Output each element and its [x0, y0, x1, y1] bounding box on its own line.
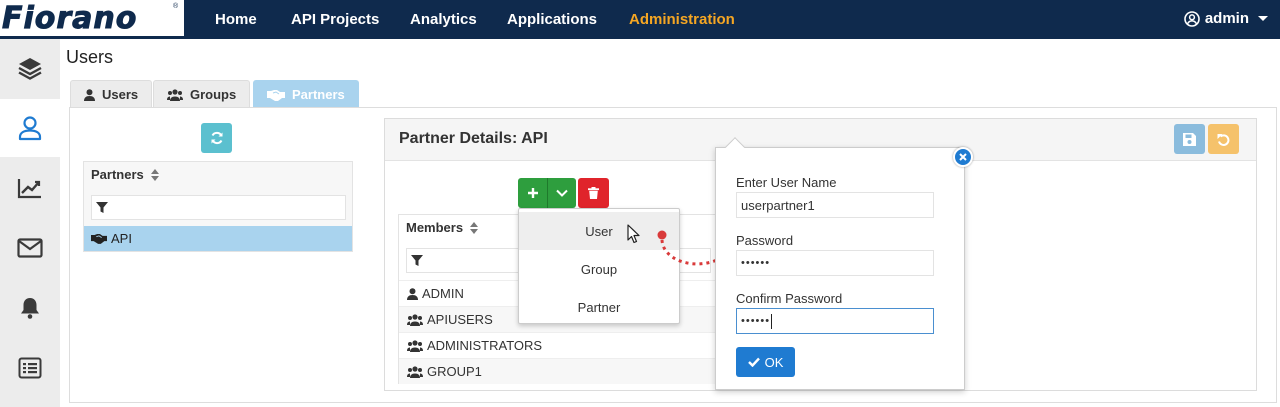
member-name: ADMINISTRATORS — [427, 338, 543, 353]
users-icon — [167, 88, 183, 101]
member-name: GROUP1 — [427, 364, 482, 379]
table-row[interactable]: API — [84, 226, 352, 251]
user-name: admin — [1204, 10, 1249, 27]
logo-text: Fiorano — [1, 1, 138, 37]
ok-button[interactable]: OK — [736, 347, 795, 377]
user-icon — [84, 88, 95, 101]
plus-icon — [527, 188, 538, 198]
column-label: Members — [406, 220, 464, 235]
save-icon — [1183, 132, 1196, 146]
sidebar-item-apis[interactable] — [0, 39, 60, 97]
column-label: Partners — [91, 167, 144, 182]
user-circle-icon — [1184, 10, 1200, 27]
user-icon — [18, 116, 42, 141]
member-name: ADMIN — [422, 286, 464, 301]
sidebar-item-logs[interactable] — [0, 339, 60, 397]
user-icon — [407, 287, 418, 300]
panel-title: Partner Details: API — [399, 130, 548, 147]
handshake-icon — [267, 89, 285, 101]
tab-label: Users — [102, 87, 139, 102]
filter-icon — [96, 202, 108, 213]
chevron-down-icon — [556, 189, 568, 197]
logo-registered-mark: ® — [173, 3, 179, 10]
check-icon — [747, 357, 760, 367]
tab-label: Partners — [292, 87, 345, 102]
save-button[interactable] — [1174, 124, 1205, 154]
password-label: Password — [736, 233, 794, 248]
top-navbar: Fiorano ® Home API Projects Analytics Ap… — [0, 0, 1280, 39]
delete-member-button[interactable] — [578, 178, 609, 208]
close-icon — [959, 153, 967, 161]
user-menu[interactable]: admin — [1184, 10, 1268, 27]
tab-label: Groups — [190, 87, 237, 102]
sidebar-item-analytics[interactable] — [0, 159, 60, 217]
password-input[interactable]: •••••• — [736, 250, 934, 276]
table-row[interactable]: ADMINISTRATORS — [399, 332, 717, 358]
refresh-icon — [211, 131, 222, 145]
close-popover-button[interactable] — [953, 147, 973, 167]
trash-icon — [588, 187, 599, 199]
nav-administration[interactable]: Administration — [629, 11, 735, 28]
partners-column-header[interactable]: Partners — [91, 167, 160, 182]
username-input[interactable]: userpartner1 — [736, 192, 934, 218]
layers-icon — [18, 58, 42, 80]
username-label: Enter User Name — [736, 175, 837, 190]
tab-groups[interactable]: Groups — [153, 80, 251, 108]
confirm-password-input[interactable]: •••••• — [736, 308, 934, 334]
nav-api-projects[interactable]: API Projects — [291, 11, 379, 28]
confirm-password-value: •••••• — [741, 315, 771, 327]
members-column-header[interactable]: Members — [406, 220, 479, 235]
bell-icon — [21, 298, 39, 319]
partner-name: API — [111, 231, 132, 246]
users-icon — [407, 365, 423, 378]
refresh-button[interactable] — [201, 123, 232, 153]
list-icon — [18, 357, 42, 379]
sidebar — [0, 39, 60, 407]
ok-label: OK — [764, 354, 784, 370]
sidebar-item-messages[interactable] — [0, 219, 60, 277]
partners-filter-input[interactable] — [91, 195, 346, 220]
member-name: APIUSERS — [427, 312, 493, 327]
add-member-dropdown-toggle[interactable] — [547, 178, 576, 208]
text-caret — [771, 313, 773, 329]
sidebar-item-alerts[interactable] — [0, 279, 60, 337]
nav-home[interactable]: Home — [215, 11, 257, 28]
nav-analytics[interactable]: Analytics — [410, 11, 477, 28]
page-title: Users — [66, 47, 114, 67]
sort-icon — [470, 221, 479, 234]
undo-icon — [1217, 133, 1230, 146]
handshake-icon — [91, 234, 107, 244]
table-row[interactable]: GROUP1 — [399, 358, 717, 384]
users-icon — [407, 339, 423, 352]
add-member-button[interactable] — [518, 178, 547, 208]
chevron-down-icon — [1258, 16, 1268, 21]
partners-table: Partners API — [83, 161, 353, 252]
envelope-icon — [17, 238, 43, 258]
tab-users[interactable]: Users — [70, 80, 153, 108]
menu-item-partner[interactable]: Partner — [519, 288, 679, 326]
sort-icon — [150, 168, 159, 181]
users-icon — [407, 313, 423, 326]
chart-line-icon — [17, 179, 41, 199]
filter-icon — [411, 255, 423, 266]
confirm-password-label: Confirm Password — [736, 291, 843, 306]
nav-applications[interactable]: Applications — [507, 11, 597, 28]
mouse-cursor-icon — [627, 224, 640, 244]
sidebar-item-users[interactable] — [0, 99, 60, 157]
undo-button[interactable] — [1208, 124, 1239, 154]
brand-logo[interactable]: Fiorano ® — [0, 0, 184, 39]
add-user-popover: Enter User Name userpartner1 Password ••… — [715, 137, 965, 390]
tab-partners[interactable]: Partners — [253, 80, 359, 108]
